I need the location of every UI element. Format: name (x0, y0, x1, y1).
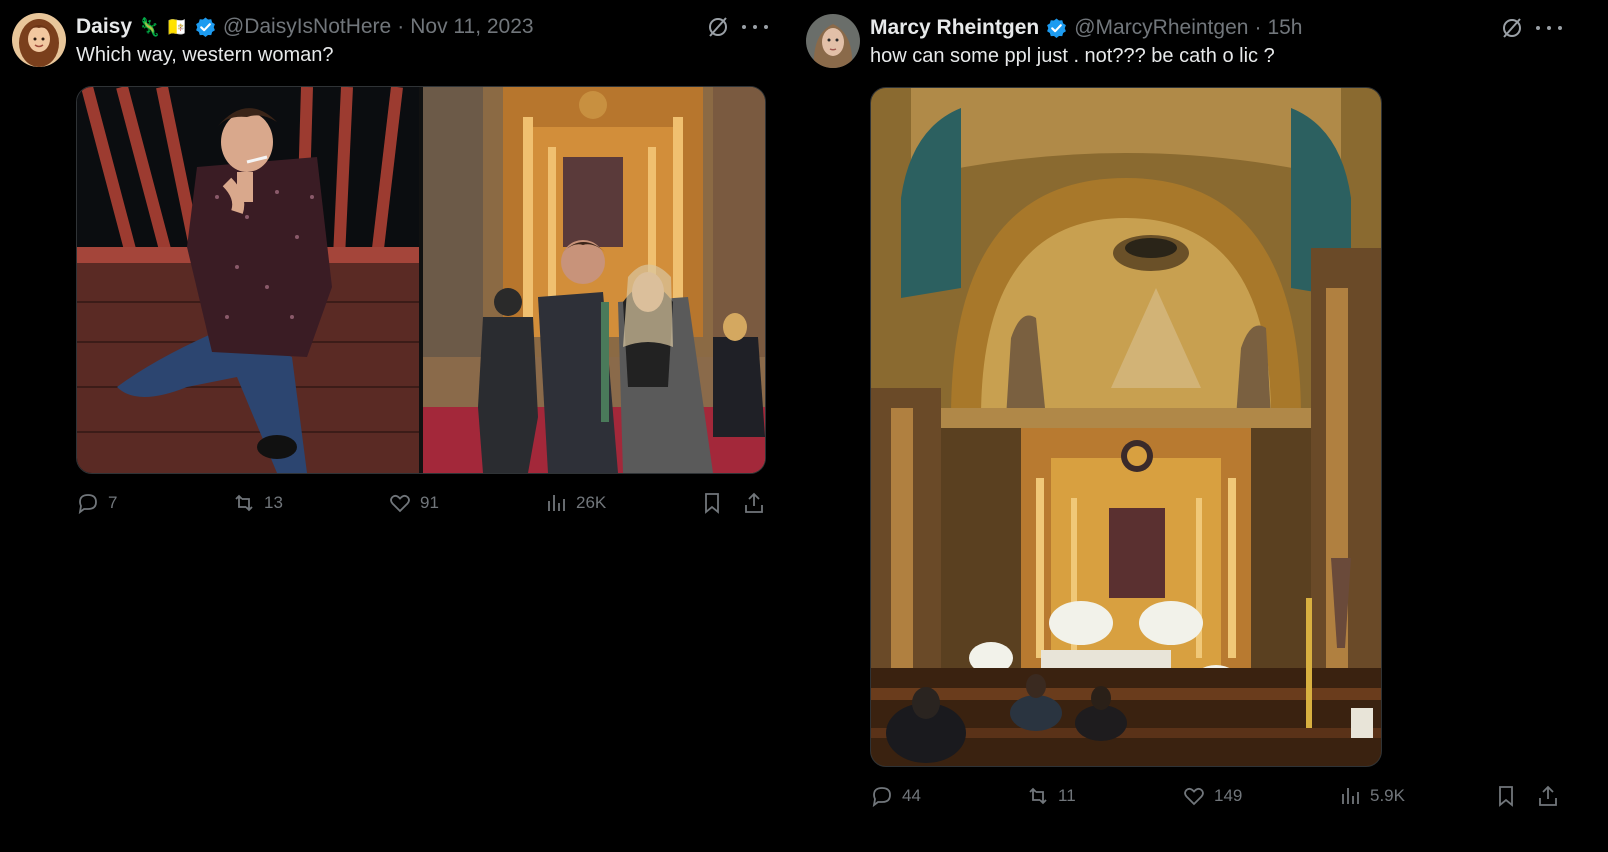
timestamp[interactable]: 15h (1267, 16, 1302, 40)
like-button[interactable]: 91 (388, 488, 439, 518)
views-icon (1342, 788, 1359, 804)
verified-badge-icon (195, 16, 215, 37)
verified-badge-icon (1047, 17, 1067, 38)
action-bar: 44 11 149 5.9K (870, 781, 1560, 811)
tweet-text: how can some ppl just . not??? be cath o… (870, 45, 1275, 67)
like-icon (1184, 787, 1204, 806)
name-emojis: 🦎 🇻🇦 (138, 16, 188, 37)
tweet-header: Marcy Rheintgen @MarcyRheintgen · 15h (870, 14, 1302, 42)
couple-in-church-photo[interactable] (423, 87, 765, 473)
repost-icon (1029, 787, 1047, 805)
reply-icon (872, 787, 891, 808)
views-button[interactable]: 5.9K (1338, 781, 1405, 811)
user-handle[interactable]: @MarcyRheintgen (1074, 16, 1248, 40)
media-single[interactable] (870, 87, 1382, 767)
bookmark-button[interactable] (700, 491, 724, 520)
repost-button[interactable]: 13 (232, 488, 283, 518)
avatar[interactable] (806, 14, 860, 68)
grok-icon[interactable] (706, 15, 730, 39)
tweet-text: Which way, western woman? (76, 44, 334, 66)
man-smoking-on-deck-photo[interactable] (77, 87, 419, 473)
reply-button[interactable]: 44 (870, 781, 921, 811)
church-altar-interior-photo[interactable] (871, 88, 1381, 766)
display-name[interactable]: Daisy (76, 15, 132, 39)
more-icon[interactable] (742, 15, 768, 39)
separator-dot: · (1254, 16, 1262, 39)
grok-icon[interactable] (1500, 16, 1524, 40)
user-handle[interactable]: @DaisyIsNotHere (223, 15, 391, 39)
separator-dot: · (397, 15, 405, 38)
more-icon[interactable] (1536, 16, 1562, 40)
bookmark-button[interactable] (1494, 784, 1518, 813)
share-button[interactable] (742, 491, 766, 520)
like-count: 91 (420, 493, 439, 512)
bookmark-icon (705, 493, 719, 514)
repost-count: 11 (1058, 786, 1076, 805)
views-count: 26K (576, 493, 607, 512)
reply-icon (78, 494, 97, 515)
reply-count: 44 (902, 786, 921, 805)
tweet-card-marcy[interactable]: Marcy Rheintgen @MarcyRheintgen · 15h ho… (800, 0, 1608, 852)
reply-count: 7 (108, 493, 118, 512)
bookmark-icon (1499, 786, 1513, 807)
repost-count: 13 (264, 493, 283, 512)
share-button[interactable] (1536, 784, 1560, 813)
like-icon (390, 494, 410, 513)
repost-icon (235, 494, 253, 512)
views-count: 5.9K (1370, 786, 1405, 805)
avatar[interactable] (12, 13, 66, 67)
share-icon (1539, 785, 1557, 806)
views-button[interactable]: 26K (544, 488, 606, 518)
like-button[interactable]: 149 (1182, 781, 1242, 811)
display-name[interactable]: Marcy Rheintgen (870, 16, 1039, 40)
share-icon (745, 492, 763, 513)
action-bar: 7 13 91 26K (76, 488, 766, 518)
media-grid[interactable] (76, 86, 766, 474)
repost-button[interactable]: 11 (1026, 781, 1076, 811)
tweet-header: Daisy 🦎 🇻🇦 @DaisyIsNotHere · Nov 11, 202… (76, 13, 534, 41)
tweet-card-daisy[interactable]: Daisy 🦎 🇻🇦 @DaisyIsNotHere · Nov 11, 202… (0, 0, 800, 852)
timestamp[interactable]: Nov 11, 2023 (410, 15, 533, 39)
reply-button[interactable]: 7 (76, 488, 117, 518)
like-count: 149 (1214, 786, 1243, 805)
views-icon (548, 495, 565, 511)
